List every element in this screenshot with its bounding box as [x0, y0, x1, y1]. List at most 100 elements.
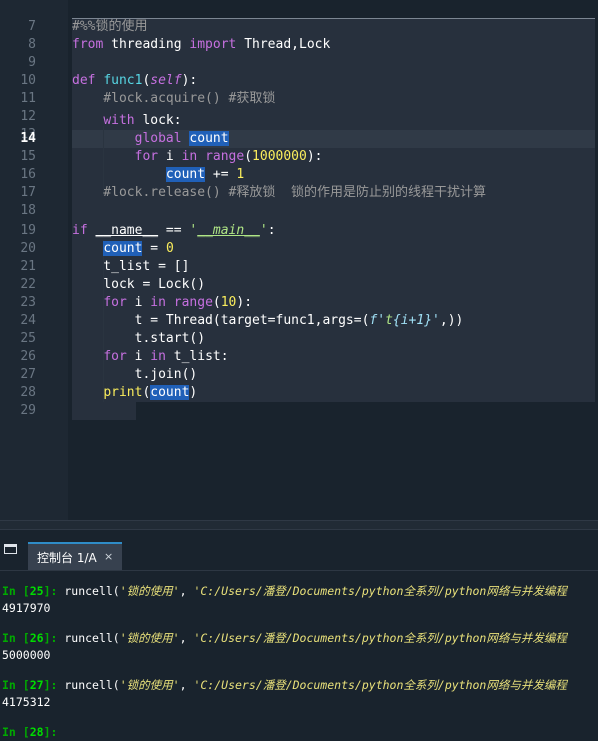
code-line[interactable]: def func1(self): [72, 72, 197, 90]
line-number: 12 [20, 109, 36, 124]
console-pane: 控制台 1/A × In [25]: runcell('锁的使用', 'C:/U… [0, 530, 598, 740]
line-number: 15 [20, 149, 36, 164]
code-line[interactable]: with lock: [72, 112, 182, 130]
keyword: in [150, 295, 166, 310]
code-text: , [179, 631, 194, 645]
fstring: t [385, 313, 393, 328]
code-line[interactable]: count = 0 [72, 240, 174, 258]
code-text: , [179, 584, 194, 598]
self-param: self [150, 73, 182, 88]
input-prompt: In [25]: [2, 584, 65, 598]
input-prompt: In [28]: [2, 725, 58, 739]
pane-splitter[interactable] [0, 520, 598, 530]
code-text: i [158, 149, 182, 164]
line-number: 16 [20, 167, 36, 182]
code-line[interactable]: for i in t_list: [72, 348, 229, 366]
line-number: 24 [20, 313, 36, 328]
code-line[interactable]: #%%锁的使用 [72, 18, 147, 36]
keyword: import [189, 37, 237, 52]
console-input-line[interactable]: In [28]: [2, 724, 57, 740]
highlighted-occurrence: count [189, 131, 229, 146]
console-menu-icon[interactable] [4, 544, 17, 554]
string: __main__ [197, 223, 260, 238]
code-text: t_list: [165, 349, 229, 364]
highlighted-occurrence: count [150, 385, 190, 400]
code-text: i [126, 349, 151, 364]
code-line[interactable]: t = Thread(target=func1,args=(f't{i+1}',… [72, 312, 464, 330]
code-text: : [267, 223, 276, 238]
line-number: 28 [20, 385, 36, 400]
code-line[interactable]: for i in range(1000000): [72, 148, 323, 166]
code-text: += [205, 167, 237, 182]
console-input-line: In [26]: runcell('锁的使用', 'C:/Users/潘登/Do… [2, 630, 567, 646]
fstring: ' [432, 313, 440, 328]
keyword: with [103, 113, 135, 128]
code-line[interactable]: lock = Lock() [72, 276, 205, 294]
fstring: f' [369, 313, 386, 328]
line-number: 10 [20, 73, 36, 88]
line-number: 18 [20, 203, 36, 218]
code-text: ): [181, 73, 198, 88]
keyword: in [181, 149, 198, 164]
line-number-active: 14 [20, 131, 36, 146]
code-line[interactable]: for i in range(10): [72, 294, 252, 312]
code-text: ) [189, 385, 198, 400]
dunder-name: __name__ [95, 223, 159, 238]
code-line[interactable]: count += 1 [72, 166, 244, 184]
code-text: Thread,Lock [236, 37, 331, 52]
highlighted-occurrence: count [103, 241, 143, 256]
string: '锁的使用' [119, 678, 180, 692]
console-output-line: 5000000 [2, 648, 51, 662]
code-line[interactable]: t_list = [] [72, 258, 189, 276]
code-editor[interactable]: 7 8 9 10 11 12 13 14 15 16 17 18 19 20 2… [0, 0, 598, 520]
string: '锁的使用' [119, 631, 180, 645]
line-number: 23 [20, 295, 36, 310]
comment: #lock.release() #释放锁 锁的作用是防止别的线程干扰计算 [72, 185, 487, 200]
number: 1 [236, 167, 245, 182]
code-text: lock: [134, 113, 182, 128]
line-number: 11 [20, 91, 36, 106]
code-line[interactable]: t.start() [72, 330, 205, 348]
code-line[interactable]: from threading import Thread,Lock [72, 36, 330, 54]
code-text: = [142, 241, 166, 256]
line-number: 17 [20, 185, 36, 200]
builtin: range [173, 295, 213, 310]
console-input-line: In [27]: runcell('锁的使用', 'C:/Users/潘登/Do… [2, 677, 567, 693]
input-prompt: In [26]: [2, 631, 65, 645]
string: 'C:/Users/潘登/Documents/python全系列/python网… [193, 584, 567, 598]
tab-label: 控制台 1/A [37, 551, 97, 565]
code-text: runcell( [64, 678, 120, 692]
code-line[interactable]: global count [72, 130, 229, 148]
number: 0 [165, 241, 174, 256]
code-text: == [158, 223, 190, 238]
code-line[interactable]: if __name__ == '__main__': [72, 222, 276, 240]
code-text: t = Thread(target=func1,args=( [72, 313, 370, 328]
tab-console[interactable]: 控制台 1/A × [28, 542, 122, 570]
keyword: for [103, 295, 127, 310]
line-number: 9 [28, 55, 36, 70]
close-icon[interactable]: × [104, 550, 113, 563]
code-text: runcell( [64, 631, 120, 645]
code-text: runcell( [64, 584, 120, 598]
line-number: 25 [20, 331, 36, 346]
comment: #%%锁的使用 [72, 19, 148, 34]
cell-separator [72, 18, 595, 19]
line-number: 29 [20, 403, 36, 418]
console-output[interactable]: In [25]: runcell('锁的使用', 'C:/Users/潘登/Do… [0, 570, 598, 741]
console-input-line: In [25]: runcell('锁的使用', 'C:/Users/潘登/Do… [2, 583, 567, 599]
builtin: print [103, 385, 143, 400]
line-number: 26 [20, 349, 36, 364]
code-text: ,)) [439, 313, 464, 328]
code-line[interactable]: #lock.acquire() #获取锁 [72, 90, 275, 108]
code-line[interactable]: print(count) [72, 384, 197, 402]
builtin: range [205, 149, 245, 164]
code-line[interactable]: t.join() [72, 366, 198, 384]
code-line[interactable]: #lock.release() #释放锁 锁的作用是防止别的线程干扰计算 [72, 184, 486, 202]
